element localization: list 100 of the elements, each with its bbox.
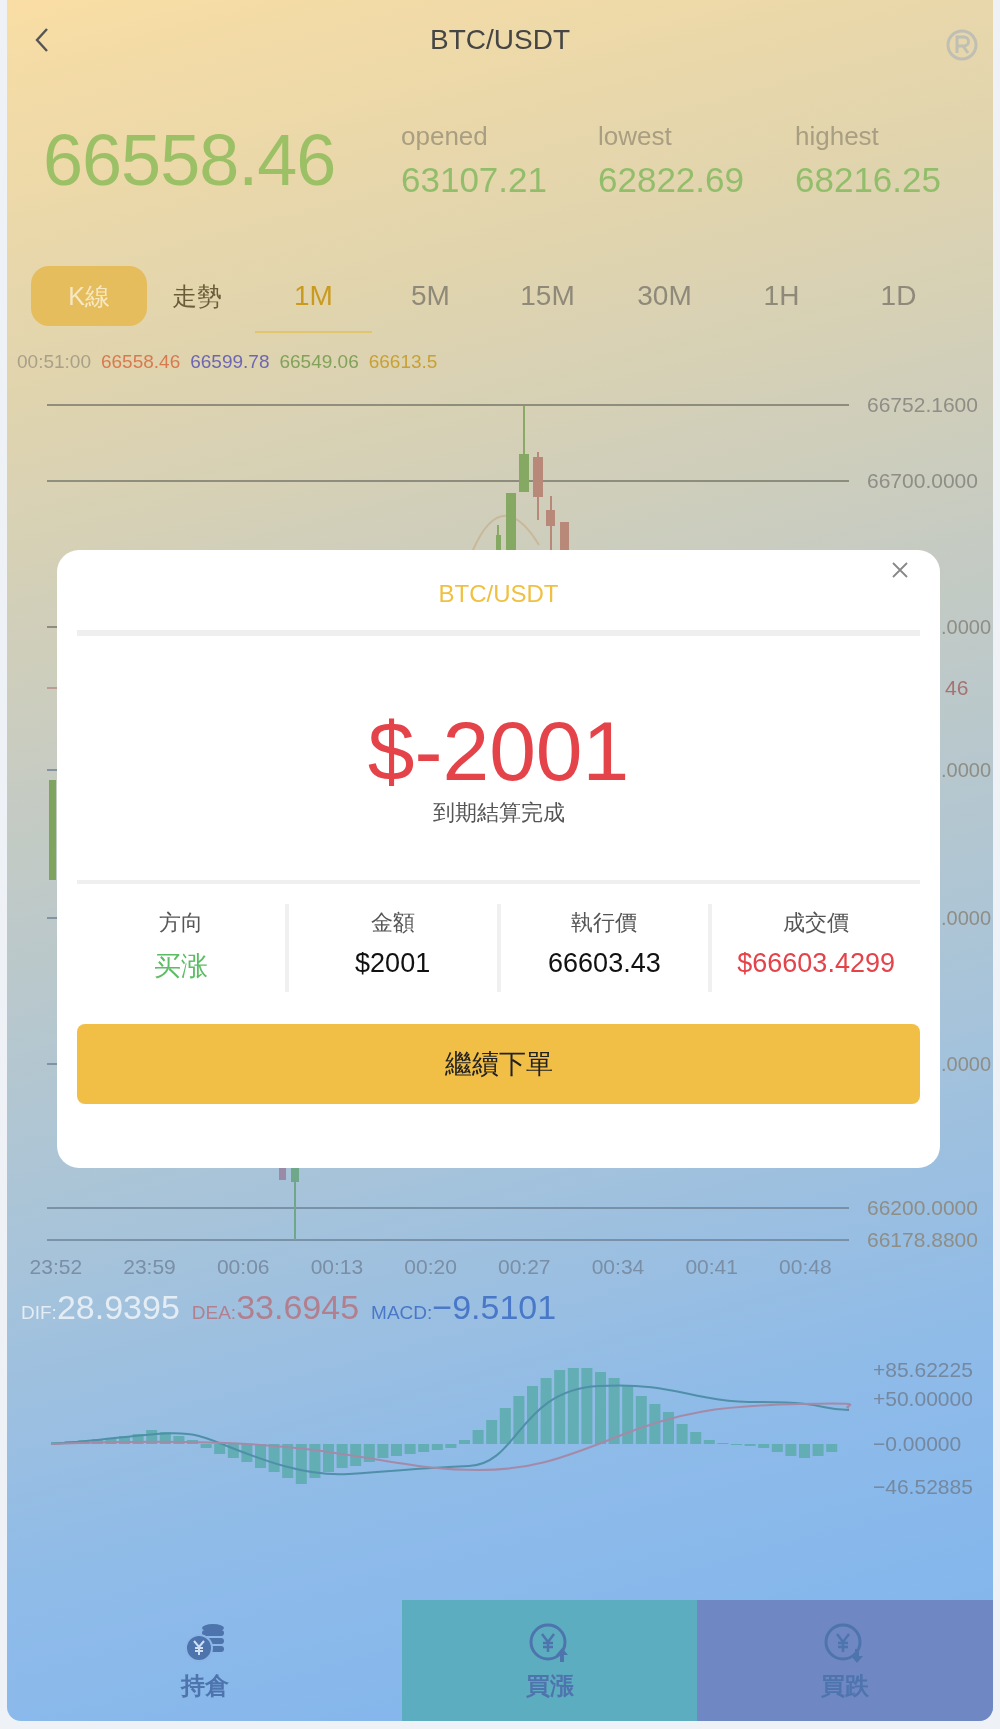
histogram-bar: [173, 1436, 185, 1444]
indicator-value: 33.6945: [236, 1288, 360, 1327]
macd-axis-label: +85.62225: [873, 1358, 973, 1382]
histogram-bar: [227, 1444, 239, 1458]
histogram-bar: [649, 1404, 661, 1444]
stat-value: 62822.69: [598, 159, 745, 200]
histogram-bar: [377, 1444, 389, 1458]
histogram-bar: [826, 1444, 838, 1452]
dialog-title: BTC/USDT: [437, 580, 560, 609]
time-axis-label: 00:20: [403, 1255, 458, 1279]
histogram-bar: [309, 1444, 321, 1478]
interval-tab[interactable]: 5M: [372, 261, 489, 333]
interval-tab[interactable]: 1D: [840, 261, 957, 333]
histogram-bar: [391, 1444, 402, 1456]
registered-mark-icon: [945, 28, 979, 62]
stat-label: lowest: [598, 120, 673, 152]
histogram-bar: [336, 1444, 348, 1468]
candle: [546, 495, 555, 551]
histogram-bar: [445, 1444, 457, 1448]
time-axis-label: 00:41: [684, 1255, 739, 1279]
price-axis-label: 66200.0000: [867, 1196, 978, 1220]
candle: [506, 493, 516, 550]
time-axis-label: 00:34: [590, 1255, 646, 1279]
interval-tab[interactable]: 1M: [255, 261, 372, 333]
stat-label: highest: [795, 120, 880, 152]
nav-button[interactable]: 買漲: [402, 1600, 697, 1721]
time-axis-label: 00:27: [497, 1255, 552, 1279]
settlement-status: 到期結算完成: [431, 799, 566, 827]
continue-order-button[interactable]: 繼續下單: [77, 1024, 920, 1104]
histogram-bar: [295, 1444, 307, 1484]
page-title: BTC/USDT: [430, 24, 570, 56]
indicator-value: −9.5101: [432, 1288, 557, 1327]
histogram-bar: [132, 1434, 144, 1444]
price-axis-label: 66752.1600: [867, 393, 978, 417]
nav-button[interactable]: 持倉: [7, 1600, 402, 1721]
price-axis-label: 66178.8800: [867, 1228, 978, 1252]
detail-label: 成交價: [783, 909, 850, 937]
interval-tab[interactable]: 15M: [489, 261, 606, 333]
close-icon[interactable]: [890, 560, 910, 580]
histogram-bar: [622, 1386, 634, 1444]
candle: [279, 1168, 286, 1180]
macd-axis-label: −0.00000: [873, 1432, 962, 1456]
indicator-value: 28.9395: [56, 1288, 180, 1327]
histogram-bar: [676, 1424, 688, 1444]
histogram-bar: [282, 1444, 294, 1478]
interval-tab[interactable]: 1H: [723, 261, 840, 333]
chart-mode-tab[interactable]: 走勢: [147, 266, 247, 326]
histogram-bar: [241, 1444, 253, 1462]
indicator-label: MACD:: [371, 1302, 433, 1324]
macd-axis-label: −46.52885: [873, 1475, 973, 1499]
result-amount: $-2001: [366, 706, 631, 796]
detail-value: $66603.4299: [737, 948, 895, 979]
histogram-bar: [350, 1444, 362, 1466]
histogram-bar: [799, 1444, 810, 1458]
histogram-bar: [119, 1436, 130, 1444]
histogram-bar: [812, 1444, 824, 1456]
ohlc-value: 66613.5: [368, 351, 438, 373]
histogram-bar: [404, 1444, 416, 1454]
histogram-bar: [214, 1444, 226, 1454]
detail-value: 买涨: [153, 950, 208, 983]
chart-mode-tab[interactable]: K線: [31, 266, 147, 326]
histogram-bar: [785, 1444, 797, 1456]
detail-value: 66603.43: [548, 948, 661, 979]
histogram-bar: [527, 1386, 538, 1444]
indicator-label: DIF:: [21, 1302, 57, 1324]
histogram-bar: [635, 1396, 647, 1444]
stat-value: 63107.21: [401, 159, 548, 200]
price-axis-label: 66700.0000: [867, 469, 978, 493]
ohlc-value: 66558.46: [100, 351, 181, 373]
last-price: 66558.46: [43, 119, 337, 201]
time-axis-label: 00:48: [778, 1255, 833, 1279]
detail-value: $2001: [355, 948, 431, 979]
histogram-bar: [255, 1444, 266, 1468]
ohlc-value: 00:51:00: [17, 351, 91, 373]
candle: [560, 522, 569, 550]
detail-label: 執行價: [571, 909, 638, 937]
price-axis-label: .0000: [941, 906, 992, 930]
detail-label: 金額: [370, 909, 415, 937]
histogram-bar: [472, 1430, 484, 1444]
histogram-bar: [663, 1412, 674, 1444]
histogram-bar: [595, 1372, 606, 1444]
candle: [496, 524, 501, 551]
interval-tab[interactable]: 30M: [606, 261, 723, 333]
price-axis-label: .0000: [941, 615, 992, 639]
ohlc-value: 66549.06: [279, 351, 359, 373]
histogram-bar: [608, 1378, 620, 1444]
histogram-bar: [146, 1430, 158, 1444]
stat-label: opened: [401, 120, 489, 152]
back-icon[interactable]: [33, 26, 51, 54]
price-axis-label: 46: [945, 676, 969, 700]
histogram-bar: [363, 1444, 375, 1462]
indicator-label: DEA:: [191, 1302, 237, 1324]
histogram-bar: [513, 1396, 525, 1444]
histogram-bar: [159, 1432, 171, 1444]
ohlc-value: 66599.78: [190, 351, 270, 373]
stat-value: 68216.25: [795, 159, 942, 200]
histogram-bar: [187, 1440, 198, 1444]
time-axis-label: 00:13: [309, 1255, 365, 1279]
histogram-bar: [540, 1378, 552, 1444]
histogram-bar: [200, 1444, 212, 1448]
